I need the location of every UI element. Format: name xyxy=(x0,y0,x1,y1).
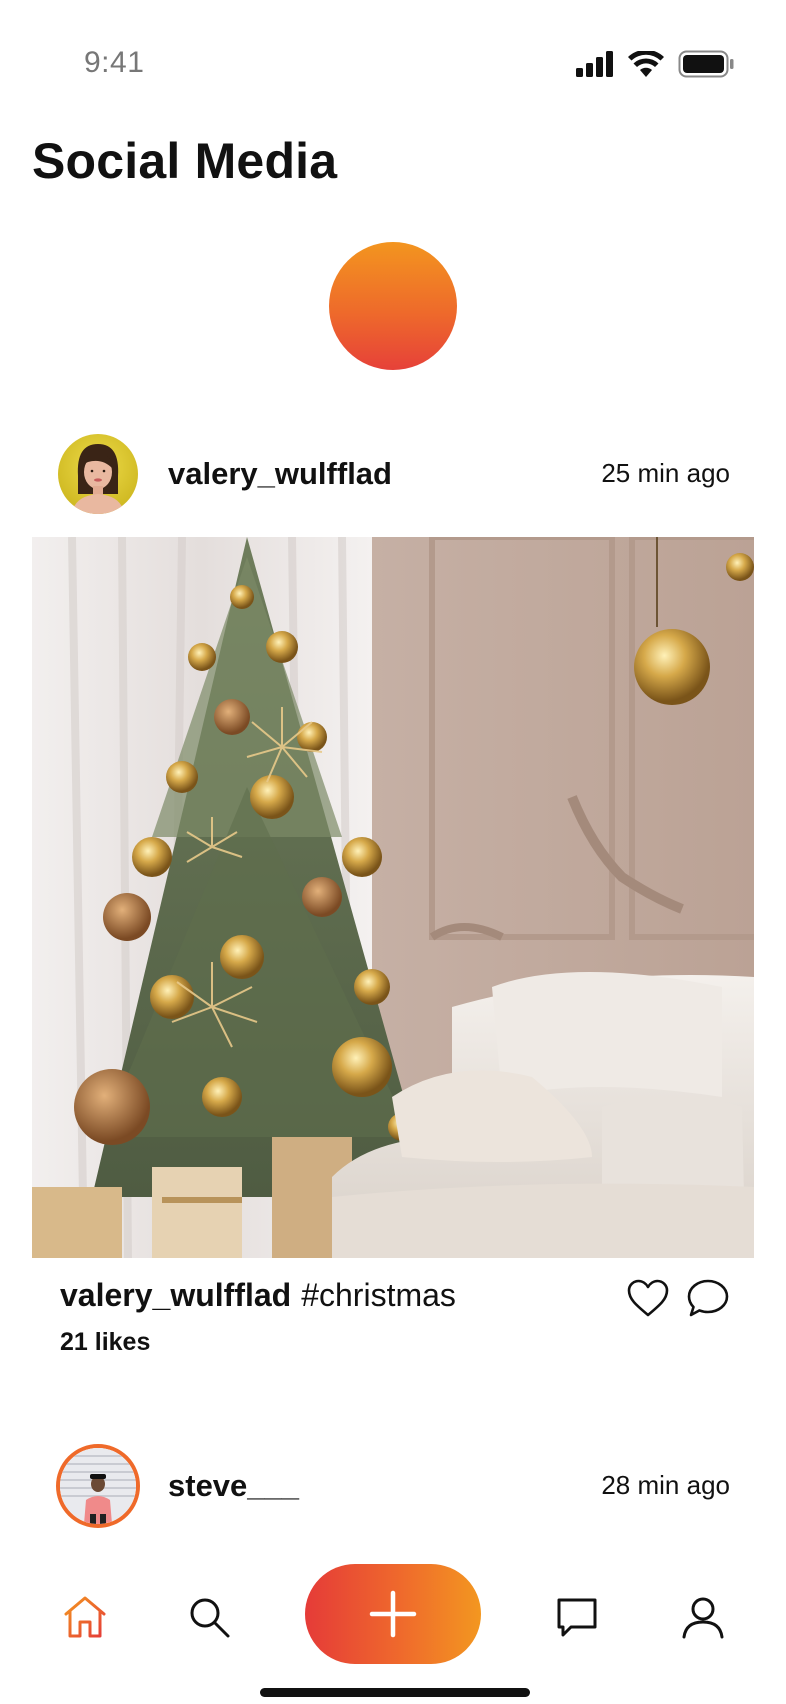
battery-icon xyxy=(678,50,734,78)
nav-search[interactable] xyxy=(182,1590,236,1644)
comment-icon[interactable] xyxy=(686,1278,730,1318)
nav-home[interactable] xyxy=(58,1590,112,1644)
post-username[interactable]: valery_wulfflad xyxy=(168,456,392,492)
bottom-nav xyxy=(0,1560,786,1670)
home-indicator xyxy=(260,1688,530,1697)
wifi-icon xyxy=(628,51,664,77)
post-image[interactable] xyxy=(32,537,754,1258)
status-icons xyxy=(576,50,734,78)
heart-icon[interactable] xyxy=(626,1278,670,1318)
home-icon xyxy=(64,1596,106,1638)
caption-username[interactable]: valery_wulfflad xyxy=(60,1277,291,1313)
profile-icon xyxy=(682,1597,724,1639)
page-title: Social Media xyxy=(32,133,338,189)
status-bar: 9:41 xyxy=(0,0,786,130)
avatar-image xyxy=(60,1448,136,1524)
post-header: valery_wulfflad 25 min ago xyxy=(0,434,786,524)
post-caption: valery_wulfflad #christmas xyxy=(60,1277,456,1314)
story-circle[interactable] xyxy=(329,242,457,370)
signal-icon xyxy=(576,51,613,77)
post-actions xyxy=(626,1278,730,1318)
avatar[interactable] xyxy=(56,1444,140,1528)
add-post-button[interactable] xyxy=(305,1564,481,1664)
post-time: 25 min ago xyxy=(601,458,730,488)
post-header: steve___ 28 min ago xyxy=(0,1444,786,1534)
chat-icon xyxy=(557,1598,597,1637)
christmas-tree-photo xyxy=(32,537,754,1258)
nav-profile[interactable] xyxy=(676,1590,730,1644)
status-time: 9:41 xyxy=(84,46,145,79)
likes-count: 21 likes xyxy=(60,1328,151,1356)
nav-messages[interactable] xyxy=(550,1590,604,1644)
add-icon xyxy=(369,1590,417,1638)
caption-hashtag[interactable]: #christmas xyxy=(301,1277,456,1313)
avatar[interactable] xyxy=(58,434,138,514)
search-icon xyxy=(190,1598,230,1638)
post-username[interactable]: steve___ xyxy=(168,1468,299,1504)
post-time: 28 min ago xyxy=(601,1470,730,1500)
avatar-image xyxy=(58,434,138,514)
